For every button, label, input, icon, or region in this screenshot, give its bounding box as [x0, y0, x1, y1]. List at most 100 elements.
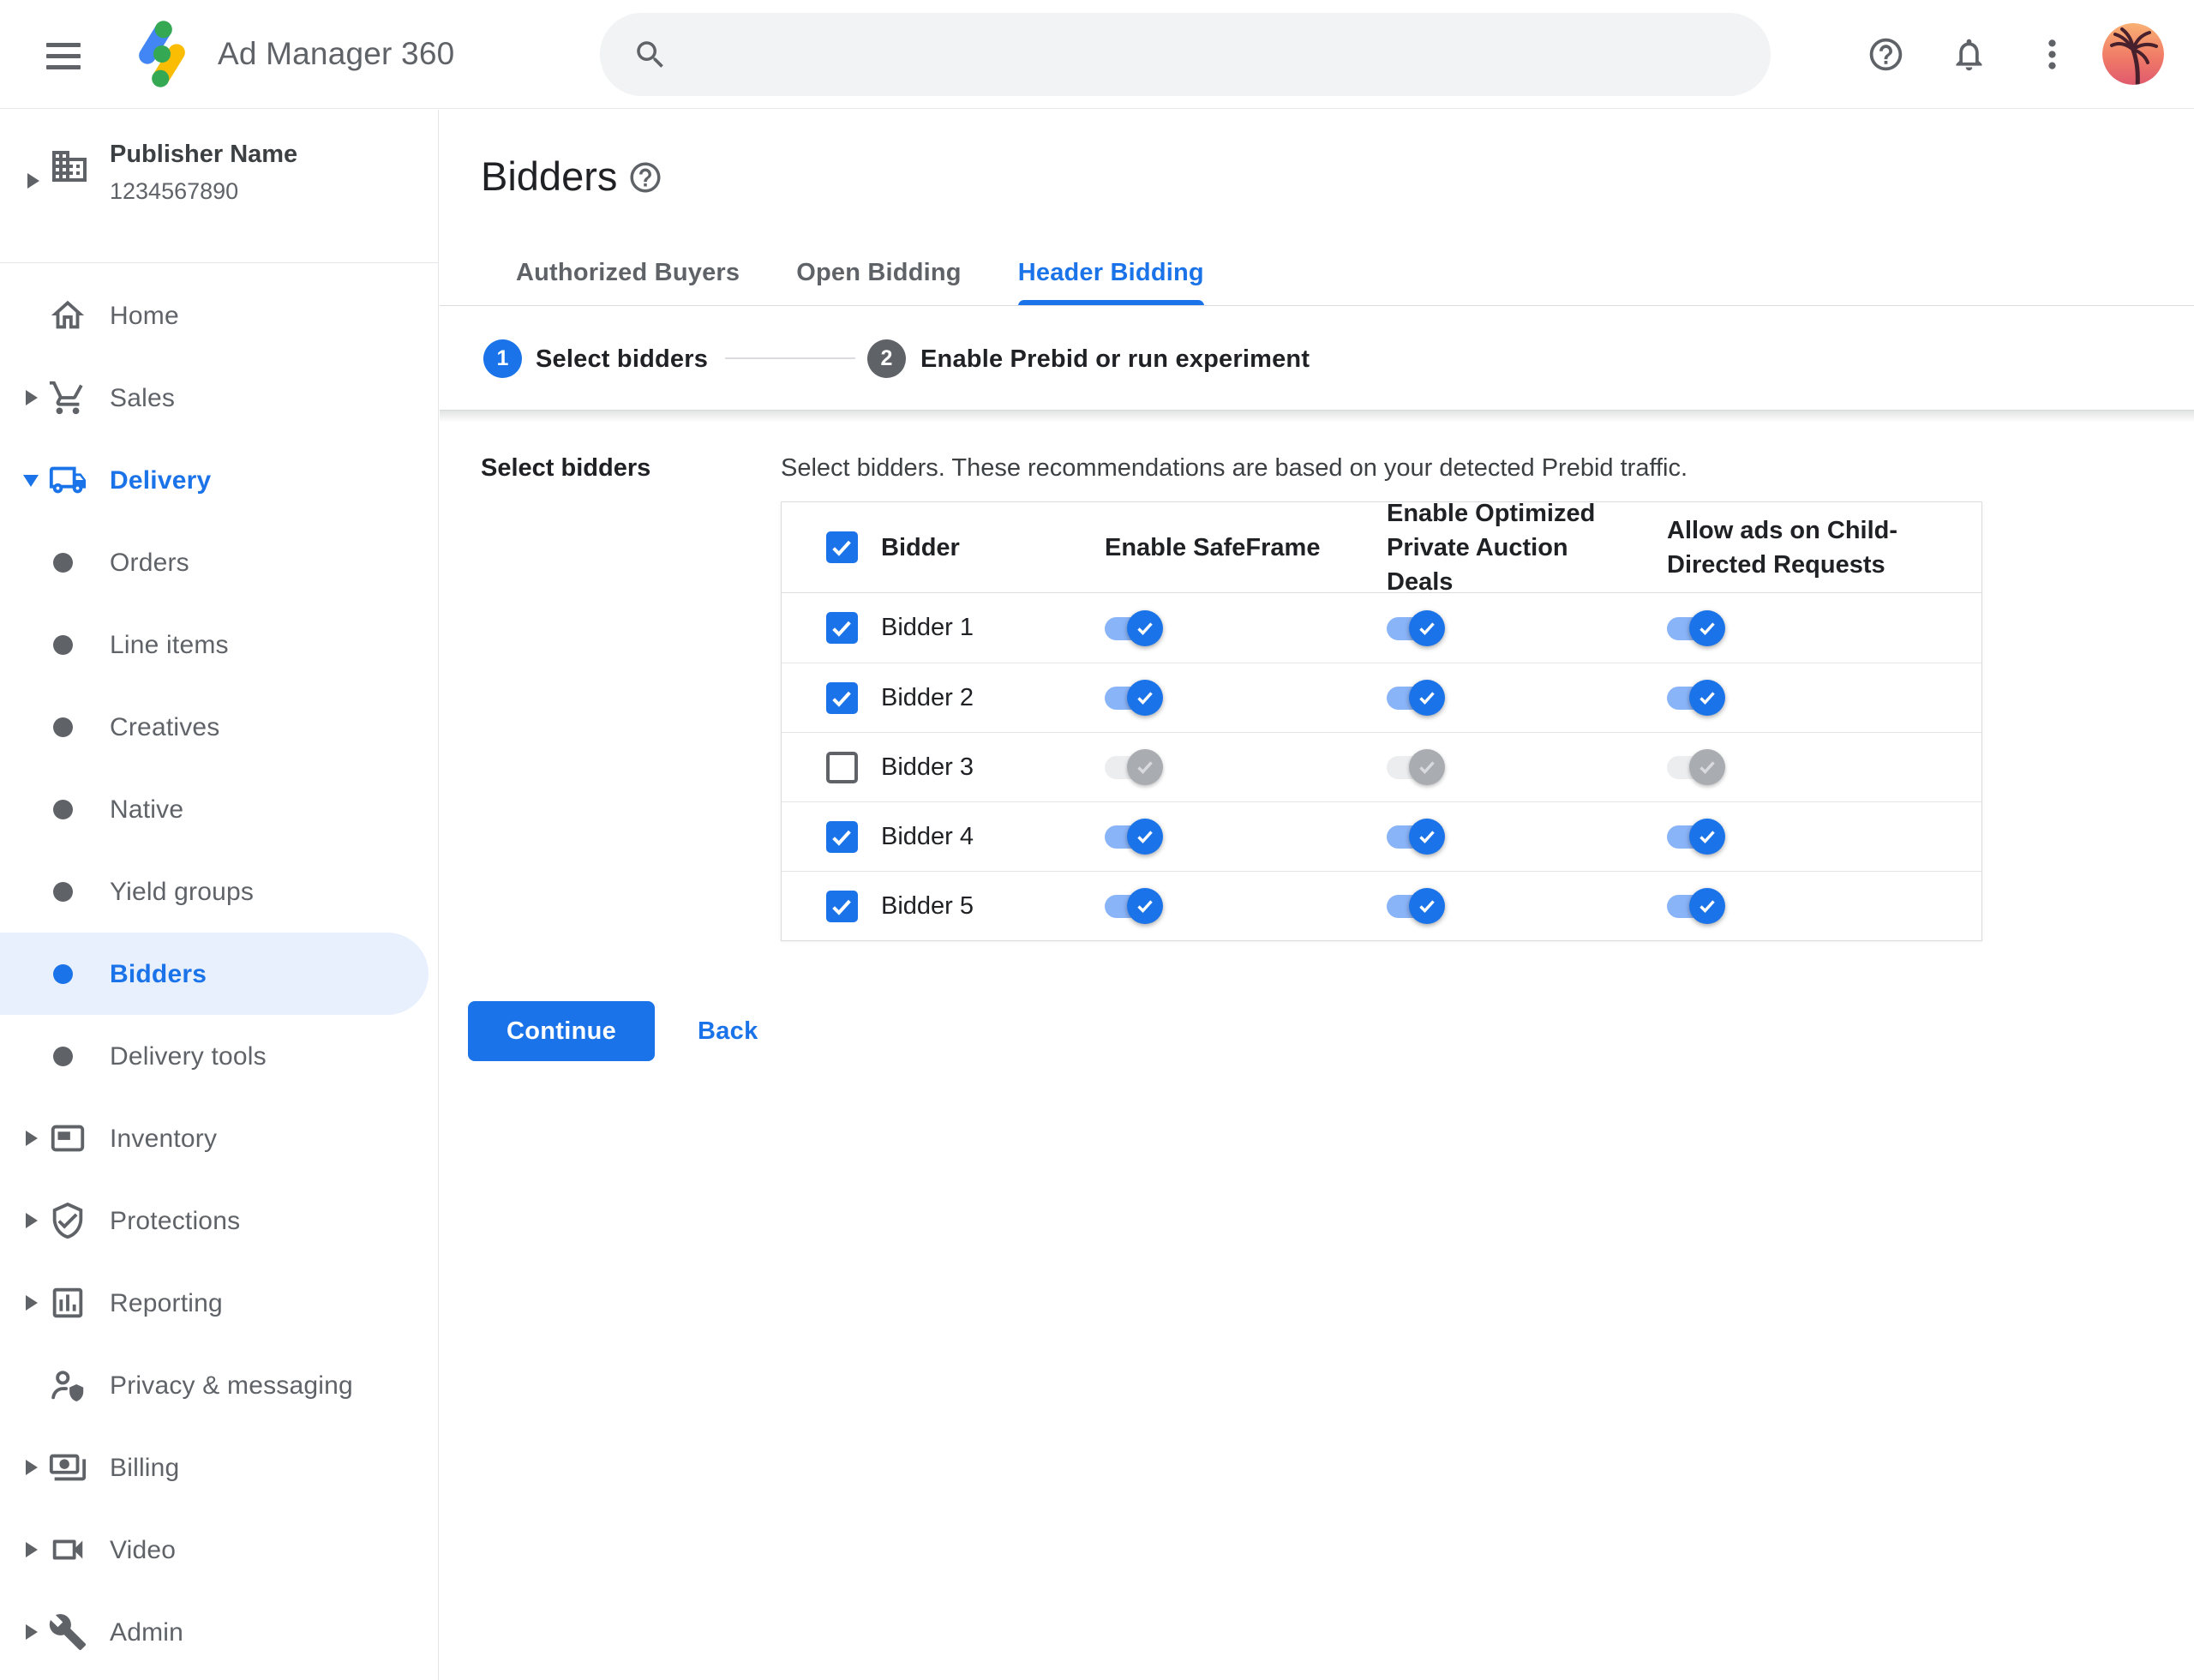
sidebar-item-delivery-tools[interactable]: Delivery tools — [0, 1015, 439, 1097]
select-all-checkbox[interactable] — [826, 531, 858, 563]
bidder-name: Bidder 4 — [881, 822, 974, 850]
chevron-right-icon — [26, 1131, 38, 1146]
safeframe-toggle[interactable] — [1105, 748, 1163, 786]
cart-icon — [48, 378, 87, 417]
optimized-deals-toggle[interactable] — [1387, 679, 1445, 717]
chevron-right-icon — [26, 1624, 38, 1640]
kebab-menu-icon[interactable] — [2033, 35, 2056, 74]
sticky-shadow — [440, 411, 2194, 423]
safeframe-toggle[interactable] — [1105, 609, 1163, 647]
safeframe-toggle[interactable] — [1105, 679, 1163, 717]
child-directed-toggle[interactable] — [1667, 818, 1725, 855]
back-link[interactable]: Back — [698, 1001, 758, 1061]
menu-icon[interactable] — [46, 36, 82, 72]
bidder-checkbox[interactable] — [826, 681, 858, 714]
page-help-icon[interactable] — [627, 159, 663, 195]
sidebar-item-sales[interactable]: Sales — [0, 357, 439, 439]
child-directed-toggle[interactable] — [1667, 609, 1725, 647]
page-title: Bidders — [481, 153, 618, 199]
chevron-right-icon — [27, 173, 39, 189]
shield-check-icon — [48, 1201, 87, 1240]
child-directed-toggle[interactable] — [1667, 748, 1725, 786]
bidders-table: Bidder Enable SafeFrame Enable Optimized… — [781, 500, 1982, 941]
sidebar-item-delivery[interactable]: Delivery — [0, 439, 439, 521]
sidebar-item-creatives[interactable]: Creatives — [0, 686, 439, 768]
optimized-deals-toggle[interactable] — [1387, 748, 1445, 786]
optimized-deals-toggle[interactable] — [1387, 818, 1445, 855]
top-app-bar: Ad Manager 360 — [0, 0, 2194, 109]
tab-authorized-buyers[interactable]: Authorized Buyers — [488, 238, 768, 306]
stepper: 1 Select bidders 2 Enable Prebid or run … — [440, 306, 2194, 410]
optimized-deals-toggle[interactable] — [1387, 609, 1445, 647]
child-directed-toggle[interactable] — [1667, 679, 1725, 717]
sidebar-item-bidders[interactable]: Bidders — [0, 933, 429, 1015]
bullet-icon — [53, 553, 73, 573]
app-title: Ad Manager 360 — [218, 36, 455, 71]
tab-header-bidding[interactable]: Header Bidding — [990, 238, 1232, 306]
sidebar-item-native[interactable]: Native — [0, 768, 439, 850]
notifications-icon[interactable] — [1950, 35, 1988, 74]
chevron-right-icon — [26, 1295, 38, 1311]
sidebar-item-inventory[interactable]: Inventory — [0, 1097, 439, 1179]
publisher-id: 1234567890 — [110, 178, 239, 204]
money-icon — [48, 1448, 87, 1487]
column-header-bidder: Bidder — [881, 533, 960, 561]
help-icon[interactable] — [1867, 35, 1905, 74]
bullet-icon — [53, 882, 73, 902]
videocam-icon — [48, 1530, 87, 1569]
ad-manager-logo-icon — [125, 17, 199, 91]
bidder-checkbox[interactable] — [826, 612, 858, 644]
avatar[interactable] — [2102, 23, 2164, 85]
tab-open-bidding[interactable]: Open Bidding — [768, 238, 990, 306]
section-label: Select bidders — [481, 454, 651, 482]
sidebar-nav: Home Sales Delivery Orders Line items Cr… — [0, 274, 439, 1673]
sidebar-item-protections[interactable]: Protections — [0, 1179, 439, 1262]
sidebar-item-home[interactable]: Home — [0, 274, 439, 357]
truck-icon — [48, 460, 87, 500]
step-1-circle: 1 — [483, 339, 522, 378]
bullet-icon — [53, 1047, 73, 1066]
bidder-row: Bidder 2 — [782, 663, 1981, 732]
divider — [0, 262, 438, 263]
sidebar-item-orders[interactable]: Orders — [0, 521, 439, 603]
bidder-name: Bidder 1 — [881, 614, 974, 641]
section-description: Select bidders. These recommendations ar… — [781, 454, 1688, 482]
search-bar[interactable] — [600, 13, 1771, 96]
step-2-circle: 2 — [867, 339, 906, 378]
bullet-icon — [53, 964, 73, 984]
table-header-row: Bidder Enable SafeFrame Enable Optimized… — [782, 500, 1981, 596]
safeframe-toggle[interactable] — [1105, 887, 1163, 925]
safeframe-toggle[interactable] — [1105, 818, 1163, 855]
step-connector — [725, 357, 855, 359]
ad-manager-window: Ad Manager 360 Publisher Name 1234567890… — [0, 0, 2194, 1680]
sidebar-item-line-items[interactable]: Line items — [0, 603, 439, 686]
sidebar-item-yield-groups[interactable]: Yield groups — [0, 850, 439, 933]
sidebar-item-admin[interactable]: Admin — [0, 1591, 439, 1673]
bidder-checkbox[interactable] — [826, 820, 858, 853]
sidebar-item-reporting[interactable]: Reporting — [0, 1262, 439, 1344]
step-2-label: Enable Prebid or run experiment — [920, 345, 1310, 373]
bidder-name: Bidder 5 — [881, 891, 974, 920]
wrench-icon — [48, 1612, 87, 1652]
sidebar-item-billing[interactable]: Billing — [0, 1426, 439, 1509]
bidder-name: Bidder 3 — [881, 753, 974, 781]
bidder-checkbox[interactable] — [826, 751, 858, 783]
optimized-deals-toggle[interactable] — [1387, 887, 1445, 925]
bidder-name: Bidder 2 — [881, 683, 974, 711]
column-header-safeframe: Enable SafeFrame — [1105, 533, 1321, 561]
child-directed-toggle[interactable] — [1667, 887, 1725, 925]
search-input[interactable] — [689, 39, 1771, 69]
home-icon — [48, 296, 87, 335]
chevron-right-icon — [26, 1213, 38, 1228]
publisher-name: Publisher Name — [110, 141, 298, 168]
publisher-switcher[interactable]: Publisher Name 1234567890 — [0, 110, 438, 262]
chevron-down-icon — [23, 475, 39, 487]
sidebar-item-privacy-messaging[interactable]: Privacy & messaging — [0, 1344, 439, 1426]
step-1-label: Select bidders — [536, 345, 709, 373]
building-icon — [49, 146, 90, 187]
bidder-checkbox[interactable] — [826, 890, 858, 922]
bar-chart-icon — [48, 1283, 87, 1323]
bullet-icon — [53, 635, 73, 655]
continue-button[interactable]: Continue — [468, 1001, 656, 1061]
sidebar-item-video[interactable]: Video — [0, 1509, 439, 1591]
